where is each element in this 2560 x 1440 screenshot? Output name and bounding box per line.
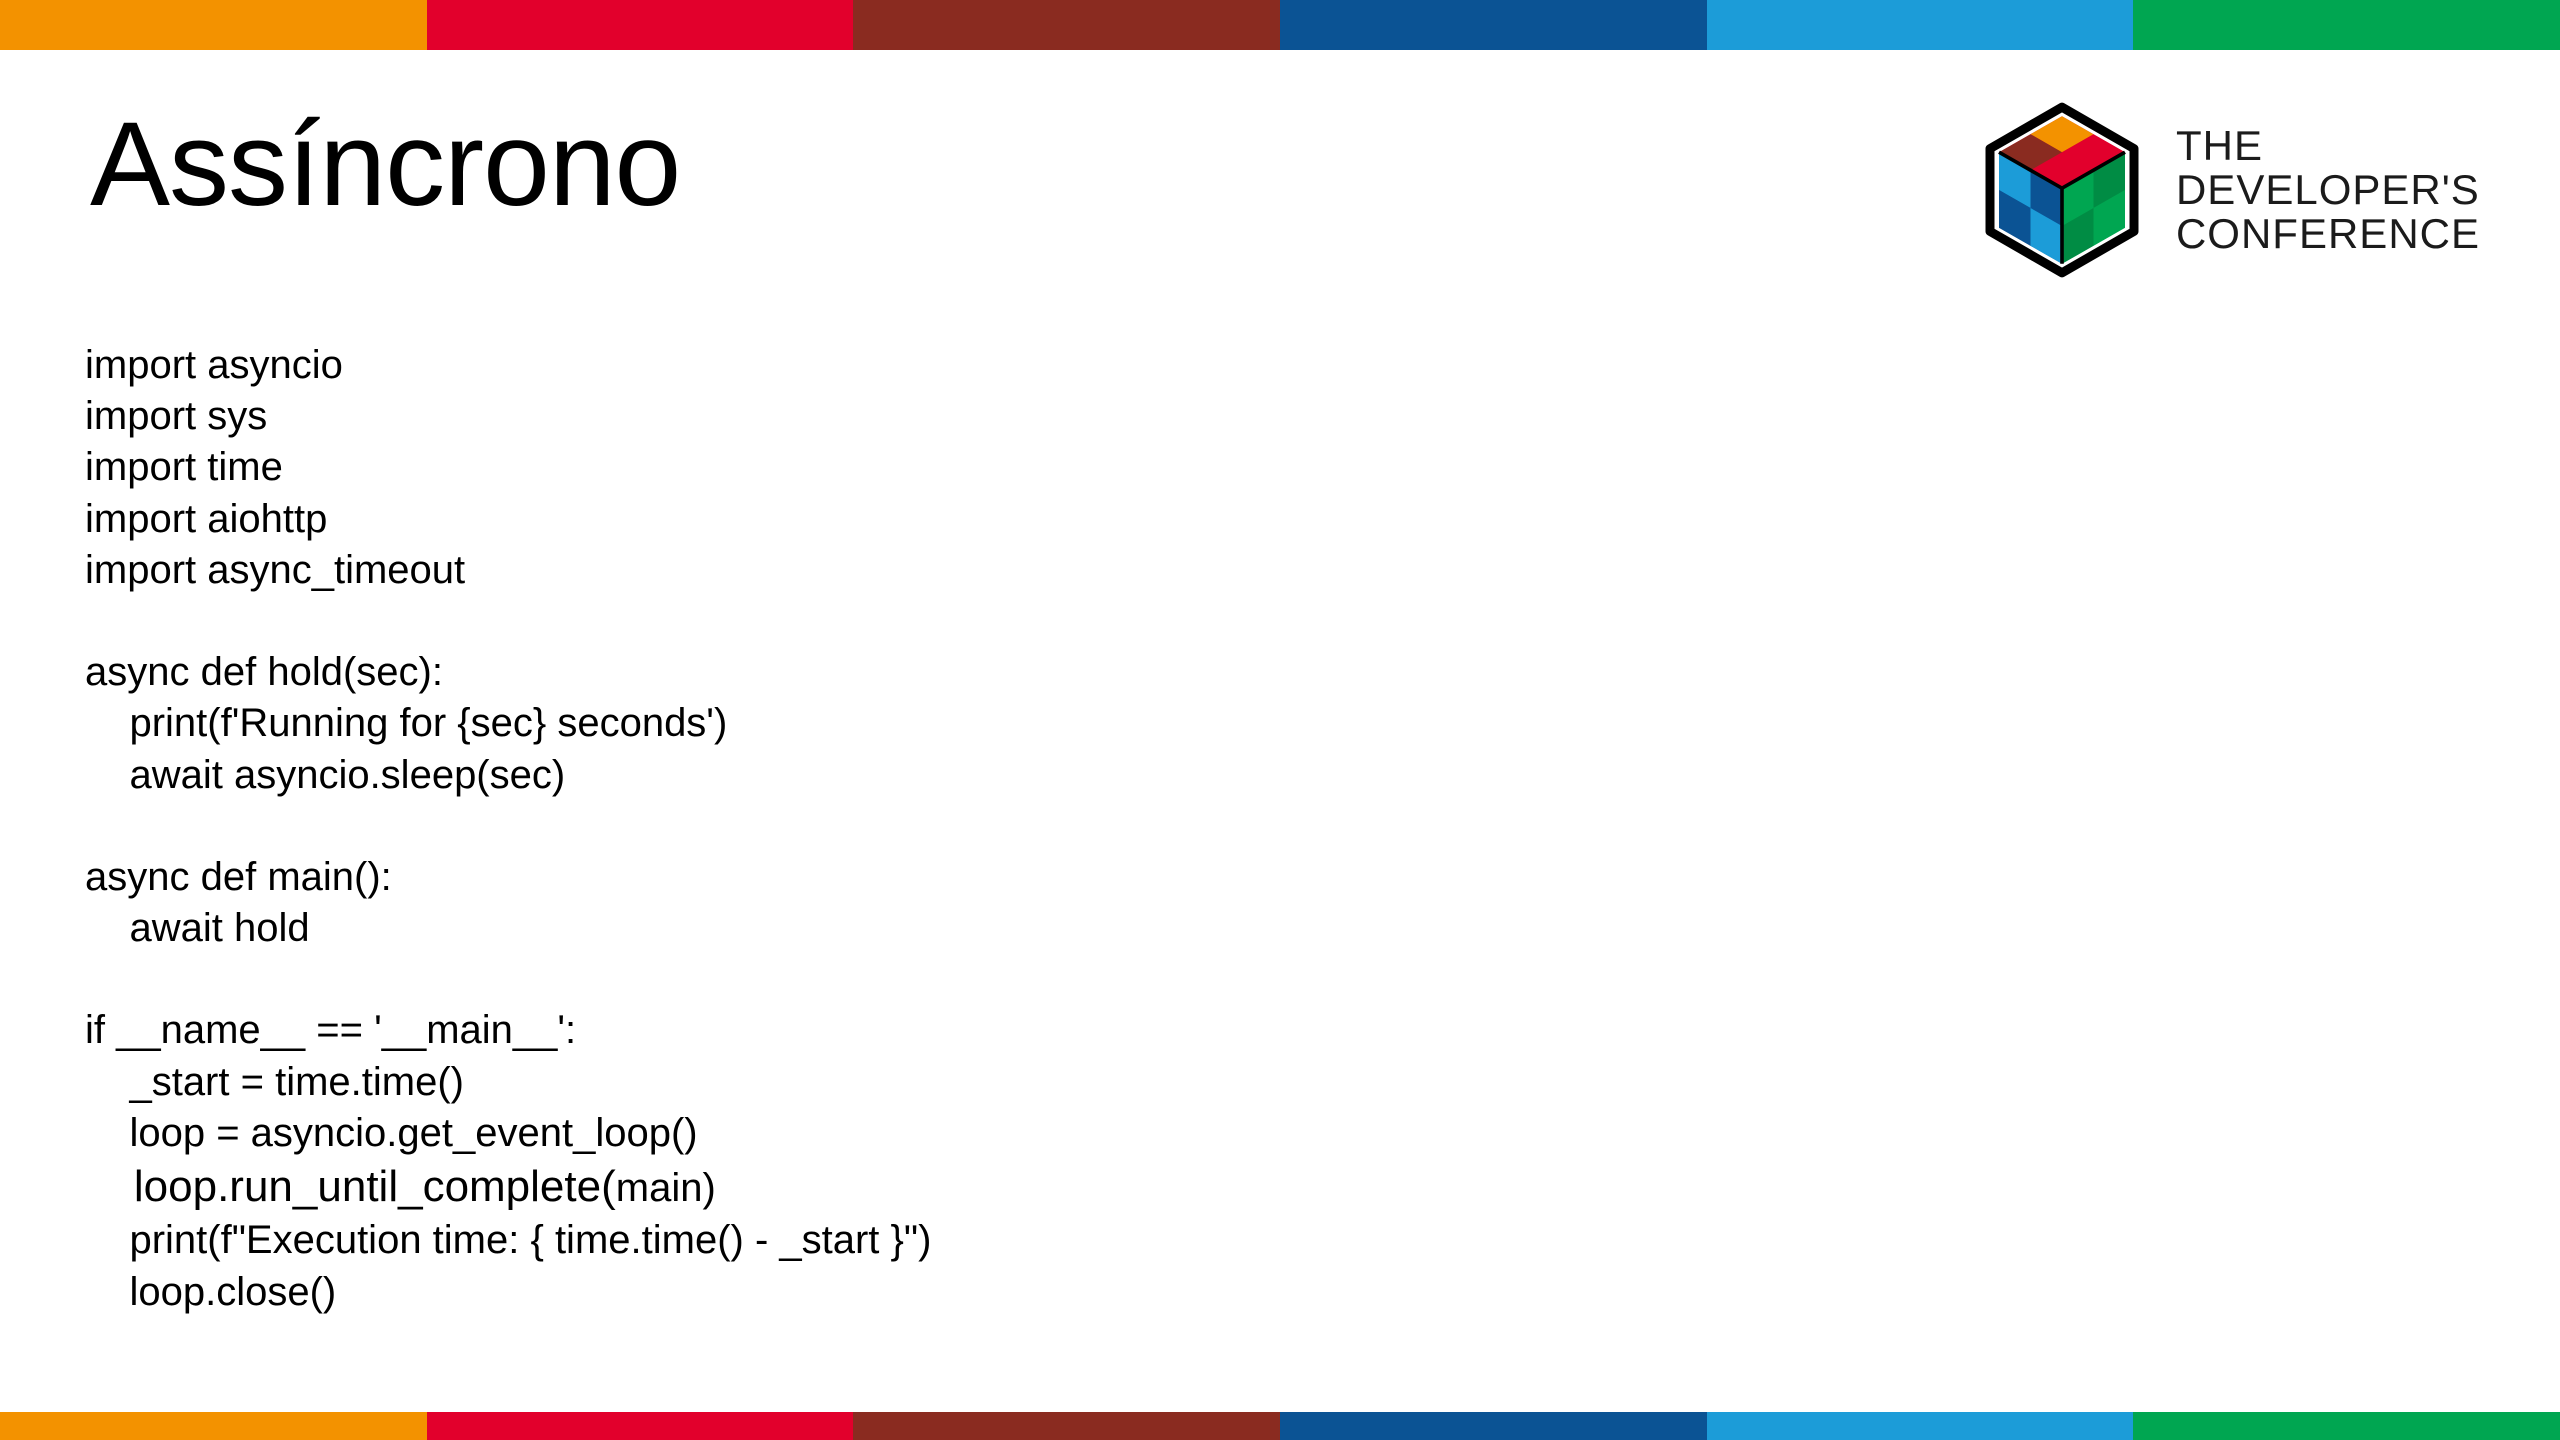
code-line: print(f"Execution time: { time.time() - … — [85, 1218, 931, 1262]
bottom-color-bar — [0, 1412, 2560, 1440]
code-line: async def main(): — [85, 855, 392, 899]
logo-line-1: THE — [2176, 124, 2480, 168]
code-line: import aiohttp — [85, 497, 327, 541]
logo-line-3: CONFERENCE — [2176, 212, 2480, 256]
bar-segment-brown — [853, 0, 1280, 50]
code-line: import async_timeout — [85, 548, 465, 592]
bar-segment-brown — [853, 1412, 1280, 1440]
slide: Assíncrono THE — [0, 0, 2560, 1440]
logo-line-2: DEVELOPER'S — [2176, 168, 2480, 212]
code-line: async def hold(sec): — [85, 650, 443, 694]
code-line: import time — [85, 445, 283, 489]
code-line: import sys — [85, 394, 267, 438]
bar-segment-red — [427, 0, 854, 50]
code-line: main) — [616, 1166, 716, 1210]
code-line: loop = asyncio.get_event_loop() — [85, 1111, 698, 1155]
conference-logo: THE DEVELOPER'S CONFERENCE — [1972, 100, 2480, 280]
bar-segment-red — [427, 1412, 854, 1440]
code-line: await hold — [85, 906, 310, 950]
cube-icon — [1972, 100, 2152, 280]
code-line: loop.close() — [85, 1270, 336, 1314]
slide-title: Assíncrono — [90, 95, 680, 233]
code-line: await asyncio.sleep(sec) — [85, 753, 565, 797]
code-block: import asyncio import sys import time im… — [85, 340, 931, 1318]
code-line: print(f'Running for {sec} seconds') — [85, 701, 727, 745]
bar-segment-orange — [0, 1412, 427, 1440]
logo-text: THE DEVELOPER'S CONFERENCE — [2176, 124, 2480, 256]
top-color-bar — [0, 0, 2560, 50]
bar-segment-darkblue — [1280, 0, 1707, 50]
bar-segment-lightblue — [1707, 0, 2134, 50]
bar-segment-darkblue — [1280, 1412, 1707, 1440]
bar-segment-green — [2133, 0, 2560, 50]
bar-segment-green — [2133, 1412, 2560, 1440]
bar-segment-orange — [0, 0, 427, 50]
code-line-emph: loop.run_until_complete( — [85, 1162, 616, 1211]
code-line: _start = time.time() — [85, 1060, 464, 1104]
code-line: import asyncio — [85, 343, 343, 387]
code-line: if __name__ == '__main__': — [85, 1008, 576, 1052]
bar-segment-lightblue — [1707, 1412, 2134, 1440]
